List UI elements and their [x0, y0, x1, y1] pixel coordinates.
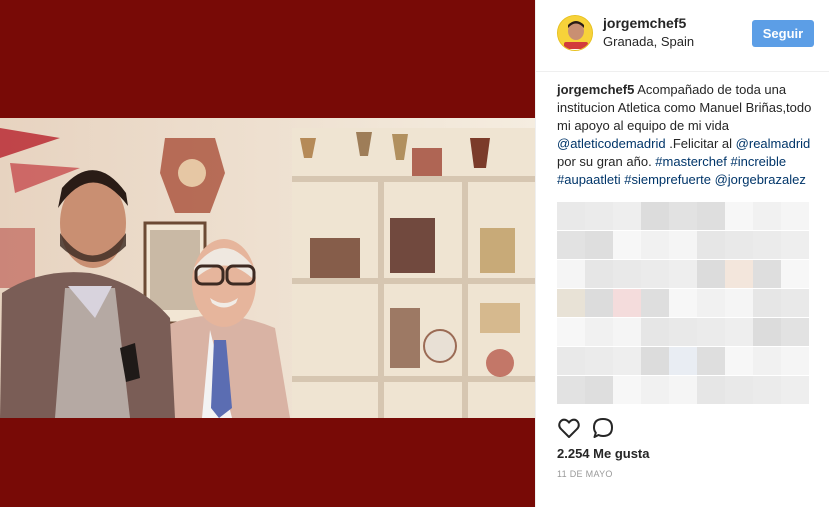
caption-hashtag-siemprefuerte[interactable]: #siemprefuerte [624, 172, 711, 187]
blurred-comment-tile [781, 260, 809, 288]
blurred-comment-tile [725, 260, 753, 288]
blurred-comment-tile [697, 231, 725, 259]
blurred-comment-tile [697, 260, 725, 288]
likes-count[interactable]: 2.254 Me gusta [557, 446, 650, 461]
photo-illustration [0, 118, 535, 418]
blurred-comment-tile [557, 202, 585, 230]
blurred-comment-tile [641, 376, 669, 404]
blurred-comment-tile [725, 231, 753, 259]
post-photo[interactable] [0, 118, 535, 418]
blurred-comment-tile [613, 231, 641, 259]
blurred-comment-tile [669, 376, 697, 404]
blurred-comment-tile [613, 260, 641, 288]
blurred-comment-tile [669, 318, 697, 346]
blurred-comment-tile [613, 376, 641, 404]
blurred-comment-tile [557, 231, 585, 259]
blurred-comment-tile [585, 347, 613, 375]
post-date[interactable]: 11 DE MAYO [557, 469, 613, 479]
blurred-comment-tile [753, 231, 781, 259]
post-username[interactable]: jorgemchef5 [603, 15, 686, 31]
blurred-comment-tile [557, 376, 585, 404]
blurred-comment-tile [697, 347, 725, 375]
blurred-comments [557, 202, 809, 410]
blurred-comment-tile [725, 318, 753, 346]
post-location[interactable]: Granada, Spain [603, 34, 694, 49]
caption-mention-jorgebrazalez[interactable]: @jorgebrazalez [715, 172, 806, 187]
blurred-comment-tile [781, 376, 809, 404]
blurred-comment-tile [753, 202, 781, 230]
post-caption: jorgemchef5 Acompañado de toda una insti… [557, 81, 819, 189]
blurred-comment-tile [585, 202, 613, 230]
blurred-comment-tile [669, 289, 697, 317]
heart-icon[interactable] [557, 416, 581, 440]
blurred-comment-tile [641, 231, 669, 259]
blurred-comment-tile [781, 318, 809, 346]
blurred-comment-tile [613, 202, 641, 230]
blurred-comment-tile [753, 260, 781, 288]
blurred-comment-tile [641, 318, 669, 346]
blurred-comment-tile [725, 347, 753, 375]
blurred-comment-tile [725, 202, 753, 230]
blurred-comment-tile [697, 318, 725, 346]
blurred-comment-tile [585, 260, 613, 288]
blurred-comment-tile [557, 318, 585, 346]
blurred-comment-tile [585, 376, 613, 404]
post-sidebar: jorgemchef5 Granada, Spain Seguir jorgem… [535, 0, 829, 507]
comment-icon[interactable] [591, 416, 615, 440]
blurred-comment-tile [641, 202, 669, 230]
blurred-comment-tile [557, 289, 585, 317]
blurred-comment-tile [781, 289, 809, 317]
blurred-comment-tile [753, 376, 781, 404]
caption-hashtag-increible[interactable]: #increible [730, 154, 786, 169]
blurred-comment-tile [557, 347, 585, 375]
blurred-comment-tile [725, 376, 753, 404]
blurred-comment-tile [641, 347, 669, 375]
caption-username[interactable]: jorgemchef5 [557, 82, 634, 97]
blurred-comment-tile [697, 202, 725, 230]
media-panel [0, 0, 535, 507]
caption-text-3: por su gran año. [557, 154, 656, 169]
blurred-comment-tile [697, 376, 725, 404]
blurred-comment-tile [781, 347, 809, 375]
blurred-comment-tile [641, 289, 669, 317]
caption-mention-realmadrid[interactable]: @realmadrid [736, 136, 811, 151]
blurred-comment-tile [753, 318, 781, 346]
blurred-comment-tile [613, 347, 641, 375]
profile-avatar[interactable] [557, 15, 593, 51]
caption-hashtag-aupaatleti[interactable]: #aupaatleti [557, 172, 621, 187]
post-header: jorgemchef5 Granada, Spain Seguir [536, 0, 829, 72]
blurred-comment-tile [697, 289, 725, 317]
blurred-comment-tile [585, 231, 613, 259]
caption-mention-atleticodemadrid[interactable]: @atleticodemadrid [557, 136, 666, 151]
blurred-comment-tile [753, 347, 781, 375]
blurred-comment-tile [669, 231, 697, 259]
blurred-comment-tile [585, 318, 613, 346]
blurred-comment-tile [669, 202, 697, 230]
blurred-comment-tile [613, 318, 641, 346]
caption-hashtag-masterchef[interactable]: #masterchef [655, 154, 727, 169]
blurred-comment-tile [669, 347, 697, 375]
blurred-comment-tile [557, 260, 585, 288]
avatar-image [558, 16, 592, 50]
blurred-comment-tile [585, 289, 613, 317]
caption-text-2: .Felicitar al [665, 136, 736, 151]
blurred-comment-tile [781, 231, 809, 259]
blurred-comment-tile [641, 260, 669, 288]
blurred-comment-tile [725, 289, 753, 317]
blurred-comment-tile [613, 289, 641, 317]
blurred-comment-tile [781, 202, 809, 230]
blurred-comment-tile [753, 289, 781, 317]
follow-button[interactable]: Seguir [752, 20, 814, 47]
blurred-comment-tile [669, 260, 697, 288]
